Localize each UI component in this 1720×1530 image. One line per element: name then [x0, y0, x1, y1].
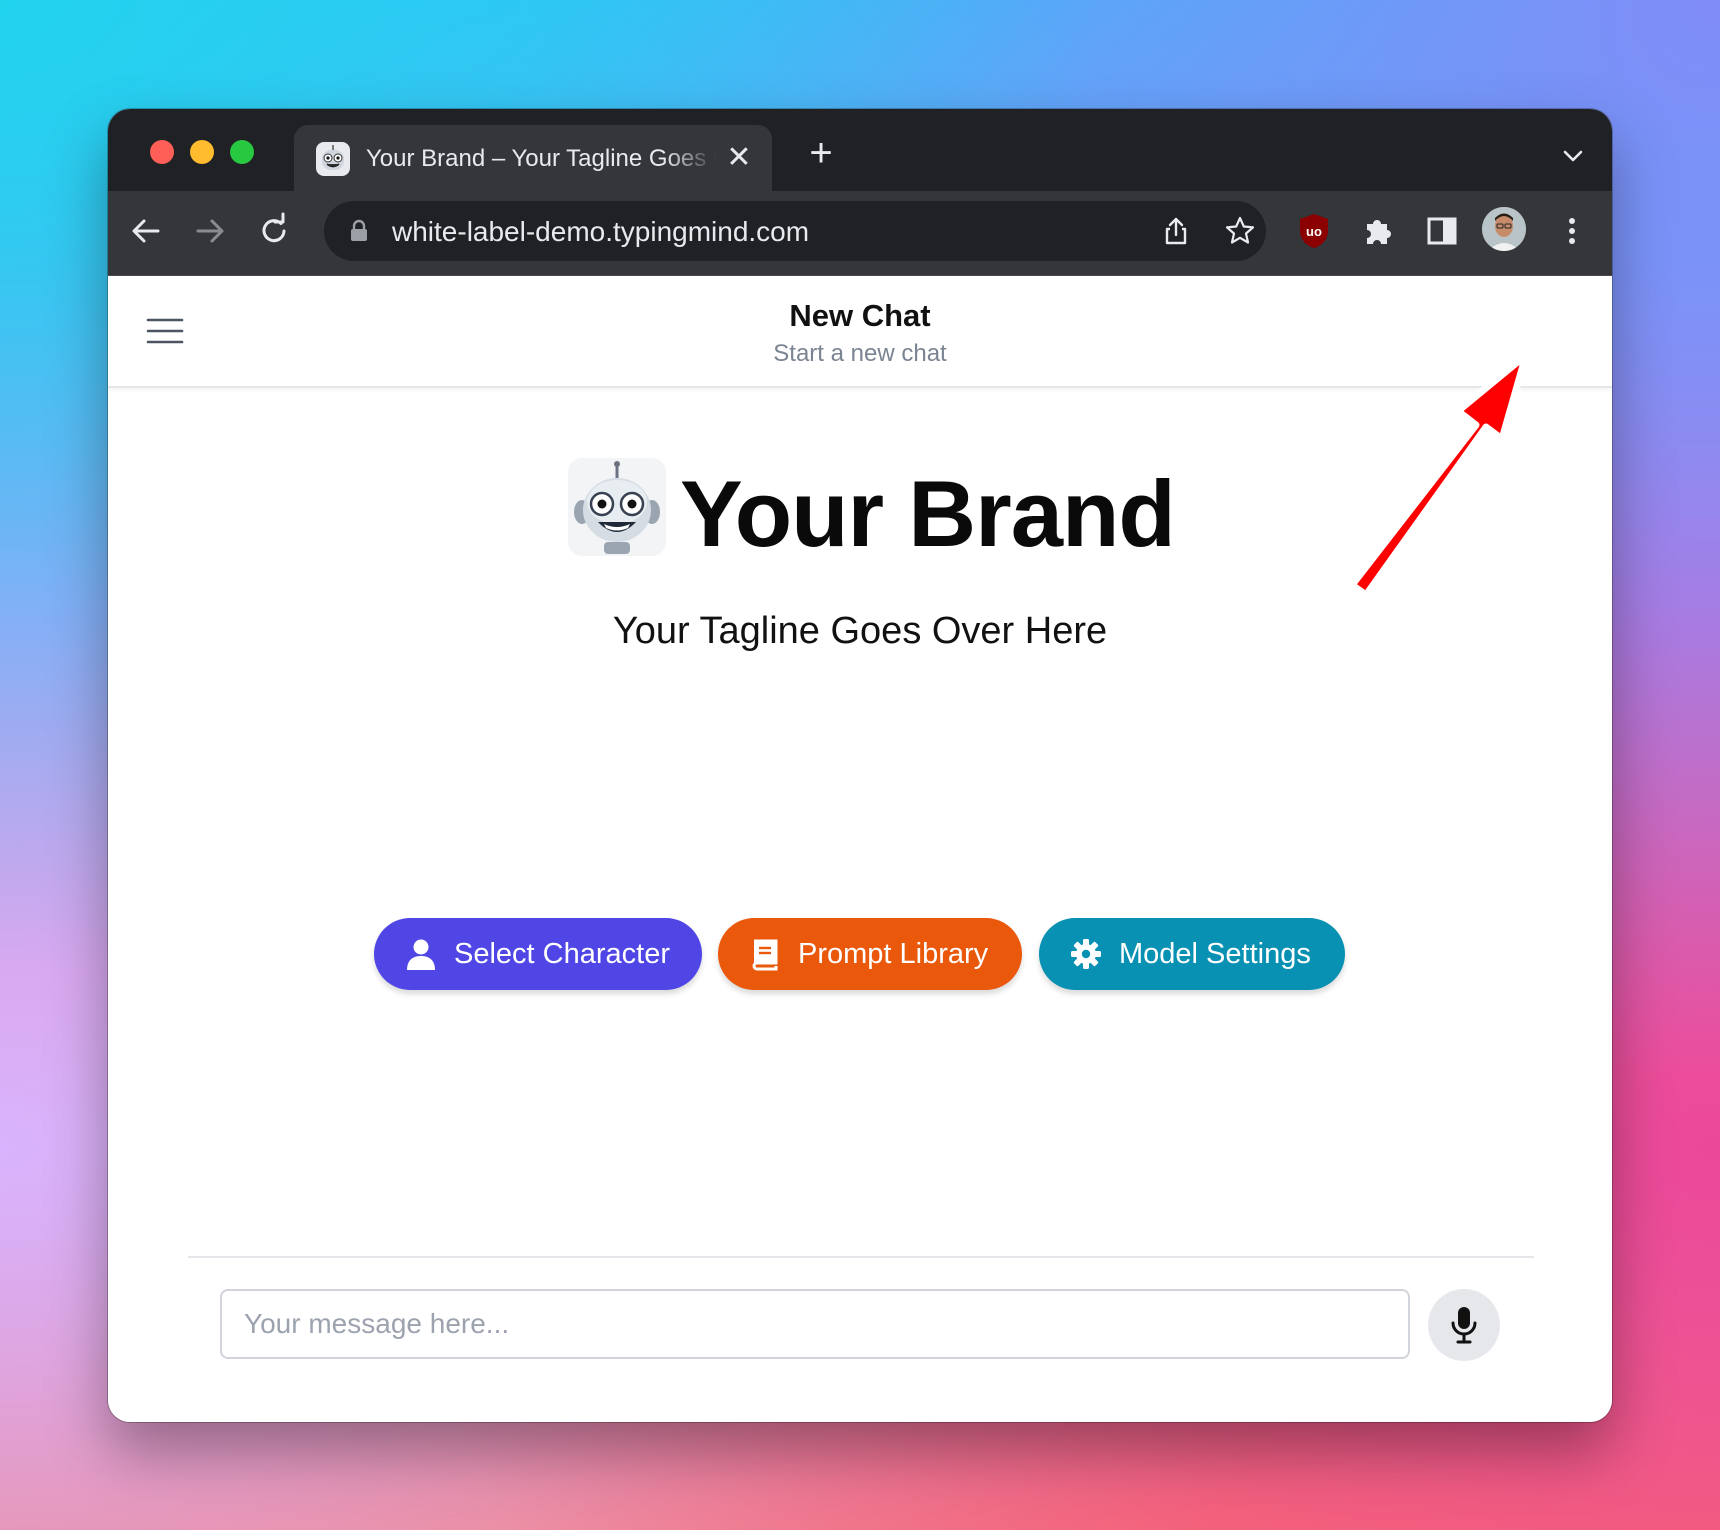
maximize-window-button[interactable] — [230, 140, 254, 164]
chat-title: New Chat — [789, 298, 931, 333]
brand-hero: Your Brand — [568, 458, 1176, 566]
microphone-icon — [1451, 1307, 1477, 1344]
bookmark-star-icon[interactable] — [1224, 215, 1256, 247]
brand-tagline: Your Tagline Goes Over Here — [612, 610, 1108, 652]
new-tab-icon[interactable]: + — [804, 133, 838, 173]
robot-favicon-icon — [316, 142, 350, 176]
select-character-label: Select Character — [454, 937, 670, 970]
prompt-library-button[interactable]: Prompt Library — [718, 918, 1022, 990]
browser-tab-active[interactable]: Your Brand – Your Tagline Goes Over Here… — [294, 125, 772, 191]
side-panel-icon[interactable] — [1422, 211, 1462, 251]
back-icon[interactable] — [126, 211, 166, 251]
model-settings-label: Model Settings — [1119, 937, 1311, 970]
composer-divider — [188, 1256, 1534, 1258]
extensions-icon[interactable] — [1358, 211, 1398, 251]
user-icon — [407, 939, 435, 970]
url-text[interactable]: white-label-demo.typingmind.com — [392, 216, 809, 248]
tab-dropdown-icon[interactable] — [1562, 145, 1584, 167]
browser-window: Your Brand – Your Tagline Goes Over Here… — [108, 109, 1612, 1422]
tab-close-icon[interactable]: ✕ — [724, 143, 754, 173]
browser-titlebar: Your Brand – Your Tagline Goes Over Here… — [108, 109, 1612, 191]
gear-icon — [1071, 939, 1101, 969]
select-character-button[interactable]: Select Character — [374, 918, 702, 990]
reload-icon[interactable] — [254, 211, 294, 251]
message-input[interactable] — [220, 1289, 1410, 1359]
brand-name: Your Brand — [680, 461, 1176, 566]
robot-logo-icon — [568, 458, 666, 556]
minimize-window-button[interactable] — [190, 140, 214, 164]
browser-toolbar: white-label-demo.typingmind.com uo — [108, 191, 1612, 276]
book-icon — [752, 939, 778, 971]
tab-title: Your Brand – Your Tagline Goes Over Here — [366, 145, 716, 172]
lock-icon[interactable] — [348, 219, 370, 243]
annotation-arrow-icon — [1348, 351, 1530, 595]
forward-icon[interactable] — [190, 211, 230, 251]
prompt-library-label: Prompt Library — [798, 937, 989, 970]
svg-text:uo: uo — [1306, 224, 1322, 239]
ublock-icon[interactable]: uo — [1294, 211, 1334, 251]
address-bar[interactable]: white-label-demo.typingmind.com — [324, 201, 1266, 261]
kebab-menu-icon[interactable] — [1552, 211, 1592, 251]
share-icon[interactable] — [1160, 215, 1192, 247]
profile-avatar[interactable] — [1482, 207, 1526, 251]
close-window-button[interactable] — [150, 140, 174, 164]
microphone-button[interactable] — [1428, 1289, 1500, 1361]
model-settings-button[interactable]: Model Settings — [1039, 918, 1345, 990]
